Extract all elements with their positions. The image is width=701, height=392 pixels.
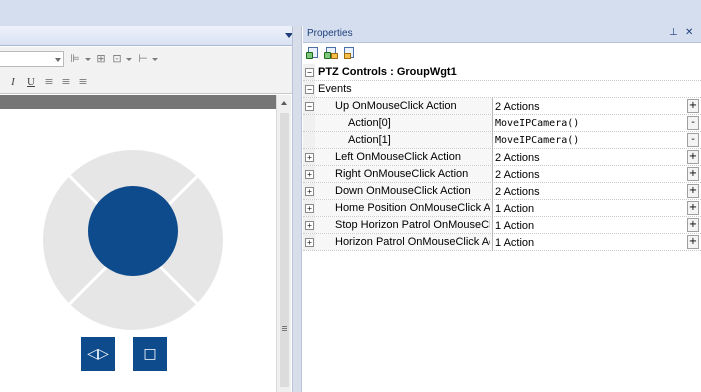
pin-icon[interactable]: ⊥ (669, 27, 678, 38)
property-row[interactable]: Action[0] MoveIPCamera() - (303, 115, 701, 132)
property-row[interactable]: − Up OnMouseClick Action 2 Actions + (303, 98, 701, 115)
alphabetical-icon[interactable] (324, 47, 338, 60)
remove-action-button[interactable]: - (687, 116, 699, 130)
property-value[interactable]: 1 Action (495, 237, 685, 249)
horizon-patrol-button[interactable]: ◁▷ (81, 337, 115, 371)
add-action-button[interactable]: + (687, 150, 699, 164)
stop-button[interactable]: □ (133, 337, 167, 371)
property-row[interactable]: + Home Position OnMouseClick Act 1 Actio… (303, 200, 701, 217)
distribute-icon[interactable]: ⊡ (110, 52, 124, 66)
top-bar (0, 0, 701, 26)
property-value[interactable]: 2 Actions (495, 186, 685, 198)
chevron-down-icon[interactable] (85, 58, 91, 61)
category-label: Events (318, 83, 352, 95)
categorized-icon[interactable] (306, 47, 320, 60)
category-row[interactable]: − Events (303, 81, 701, 98)
property-name: Action[0] (348, 117, 391, 129)
collapse-icon[interactable]: − (305, 85, 314, 94)
properties-title-bar: Properties ⊥ ✕ (303, 26, 701, 43)
expand-icon[interactable]: + (305, 170, 314, 179)
align-objects-icon[interactable]: ⊫ (68, 52, 82, 66)
object-header-row[interactable]: − PTZ Controls : GroupWgt1 (303, 64, 701, 81)
scroll-thumb[interactable] (280, 113, 289, 387)
designer-toolbar-format: I U ≡ ≡ ≡ (0, 71, 300, 94)
expand-icon[interactable]: + (305, 153, 314, 162)
remove-action-button[interactable]: - (687, 133, 699, 147)
property-name: Horizon Patrol OnMouseClick Acti (335, 236, 490, 248)
size-icon[interactable]: ⊢ (136, 52, 150, 66)
designer-header (0, 26, 300, 46)
add-action-button[interactable]: + (687, 218, 699, 232)
grip-icon (282, 326, 287, 327)
underline-button[interactable]: U (24, 75, 38, 89)
property-row[interactable]: + Horizon Patrol OnMouseClick Acti 1 Act… (303, 234, 701, 251)
property-value[interactable]: 2 Actions (495, 152, 685, 164)
ptz-center-button[interactable] (88, 186, 178, 276)
properties-toolbar (303, 44, 701, 63)
align-center-icon[interactable]: ≡ (59, 75, 73, 89)
align-right-icon[interactable]: ≡ (76, 75, 90, 89)
canvas-ruler (0, 95, 276, 109)
chevron-down-icon[interactable] (126, 58, 132, 61)
property-name: Stop Horizon Patrol OnMouseClic (335, 219, 490, 231)
font-size-combo[interactable] (0, 51, 64, 67)
property-pages-icon[interactable] (342, 47, 356, 60)
align-left-icon[interactable]: ≡ (42, 75, 56, 89)
property-row[interactable]: + Stop Horizon Patrol OnMouseClic 1 Acti… (303, 217, 701, 234)
scroll-up-icon[interactable] (281, 101, 287, 105)
chevron-down-icon[interactable] (55, 58, 61, 62)
property-value[interactable]: 1 Action (495, 220, 685, 232)
property-name: Right OnMouseClick Action (335, 168, 469, 180)
expand-icon[interactable]: + (305, 204, 314, 213)
property-row[interactable]: + Left OnMouseClick Action 2 Actions + (303, 149, 701, 166)
add-action-button[interactable]: + (687, 235, 699, 249)
property-name: Home Position OnMouseClick Act (335, 202, 490, 214)
property-row[interactable]: + Down OnMouseClick Action 2 Actions + (303, 183, 701, 200)
property-value[interactable]: 2 Actions (495, 101, 685, 113)
grid-icon[interactable]: ⊞ (94, 52, 108, 66)
expand-icon[interactable]: + (305, 187, 314, 196)
italic-button[interactable]: I (6, 75, 20, 89)
add-action-button[interactable]: + (687, 184, 699, 198)
collapse-icon[interactable]: − (305, 68, 314, 77)
add-action-button[interactable]: + (687, 201, 699, 215)
property-value[interactable]: MoveIPCamera() (495, 118, 685, 129)
designer-toolbar-layout: ⊫ ⊞ ⊡ ⊢ (0, 47, 300, 71)
property-name: Down OnMouseClick Action (335, 185, 471, 197)
collapse-icon[interactable]: − (305, 102, 314, 111)
expand-icon[interactable]: + (305, 221, 314, 230)
properties-title: Properties (307, 28, 353, 39)
property-value[interactable]: 2 Actions (495, 169, 685, 181)
property-name: Left OnMouseClick Action (335, 151, 461, 163)
property-grid: − PTZ Controls : GroupWgt1 − Events − Up… (303, 64, 701, 251)
property-row[interactable]: + Right OnMouseClick Action 2 Actions + (303, 166, 701, 183)
object-header: PTZ Controls : GroupWgt1 (318, 66, 457, 78)
panel-splitter[interactable] (292, 26, 302, 392)
property-value[interactable]: 1 Action (495, 203, 685, 215)
property-row[interactable]: Action[1] MoveIPCamera() - (303, 132, 701, 149)
add-action-button[interactable]: + (687, 167, 699, 181)
chevron-down-icon[interactable] (152, 58, 158, 61)
property-name: Up OnMouseClick Action (335, 100, 457, 112)
property-name: Action[1] (348, 134, 391, 146)
expand-icon[interactable]: + (305, 238, 314, 247)
close-icon[interactable]: ✕ (685, 27, 693, 38)
property-value[interactable]: MoveIPCamera() (495, 135, 685, 146)
canvas-scrollbar[interactable] (276, 95, 291, 392)
add-action-button[interactable]: + (687, 99, 699, 113)
